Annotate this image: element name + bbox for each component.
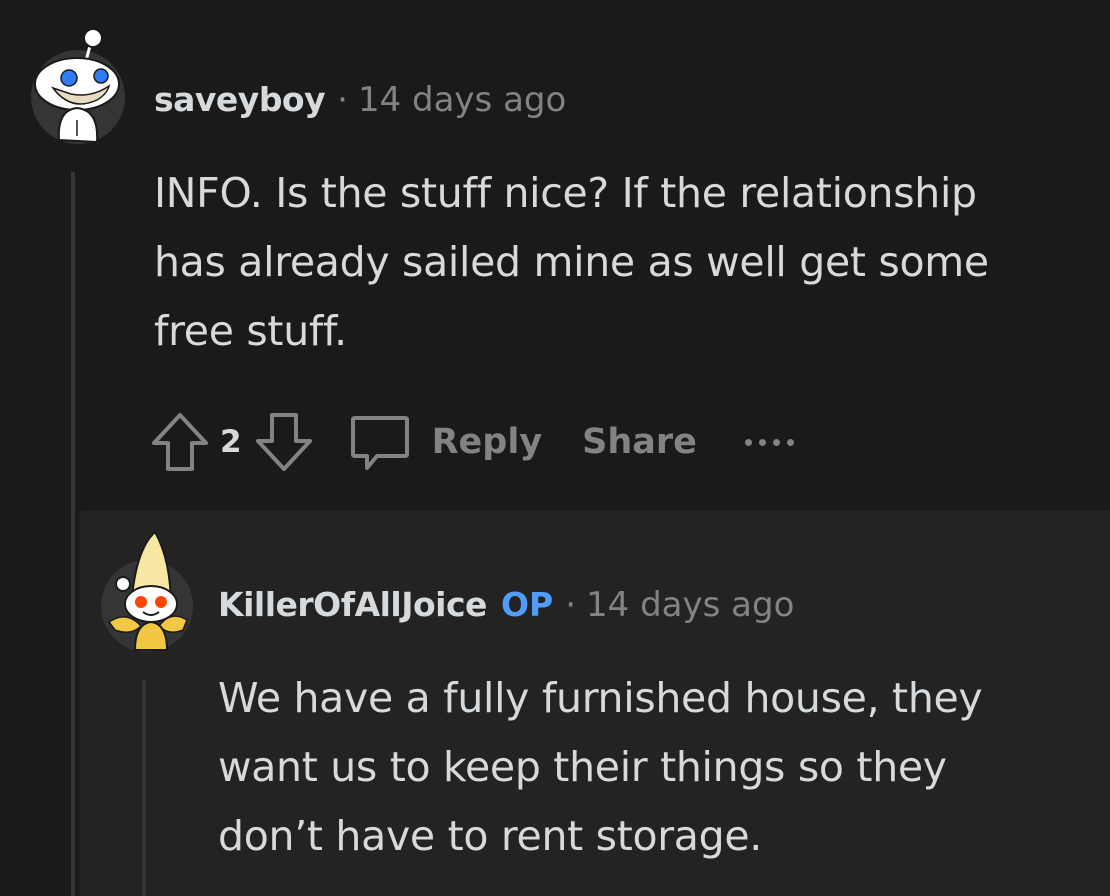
comment-header: saveyboy · 14 days ago	[154, 80, 566, 120]
comment-bubble-icon[interactable]	[346, 409, 412, 475]
comment-text-line: We have a fully furnished house, they	[218, 674, 983, 722]
comment-text-line: want us to keep their things so they	[218, 743, 947, 791]
vote-count: 2	[220, 424, 242, 460]
comment-thread: saveyboy · 14 days ago INFO. Is the stuf…	[0, 0, 1110, 896]
op-badge: OP	[500, 585, 554, 624]
banana-snoo-avatar-icon[interactable]	[101, 530, 193, 652]
separator-dot: ·	[565, 585, 577, 625]
thread-collapse-line[interactable]	[71, 172, 75, 896]
dot	[786, 438, 794, 446]
dot	[744, 438, 752, 446]
username[interactable]: saveyboy	[154, 80, 326, 119]
timestamp[interactable]: 14 days ago	[358, 80, 566, 120]
comment-header: KillerOfAllJoice OP · 14 days ago	[218, 585, 794, 625]
comment-body: INFO. Is the stuff nice? If the relation…	[154, 159, 1074, 366]
snoo-avatar-icon[interactable]	[31, 28, 125, 144]
thread-collapse-line[interactable]	[142, 680, 146, 896]
comment-body: We have a fully furnished house, they wa…	[218, 664, 1098, 871]
comment-text-line: has already sailed mine as well get some	[154, 238, 989, 286]
comment-text-line: INFO. Is the stuff nice? If the relation…	[154, 169, 977, 217]
share-button[interactable]: Share	[582, 422, 697, 462]
comment-text-line: free stuff.	[154, 307, 347, 355]
reply-button[interactable]: Reply	[432, 422, 543, 462]
timestamp[interactable]: 14 days ago	[586, 585, 794, 625]
dot	[758, 438, 766, 446]
more-options-icon[interactable]	[744, 438, 794, 446]
separator-dot: ·	[337, 80, 348, 120]
downvote-arrow-icon[interactable]	[252, 410, 316, 474]
username[interactable]: KillerOfAllJoice	[218, 585, 487, 624]
comment-action-bar: 2 Reply Share	[148, 404, 794, 480]
comment-text-line: don’t have to rent storage.	[218, 812, 763, 860]
dot	[772, 438, 780, 446]
upvote-arrow-icon[interactable]	[148, 410, 212, 474]
